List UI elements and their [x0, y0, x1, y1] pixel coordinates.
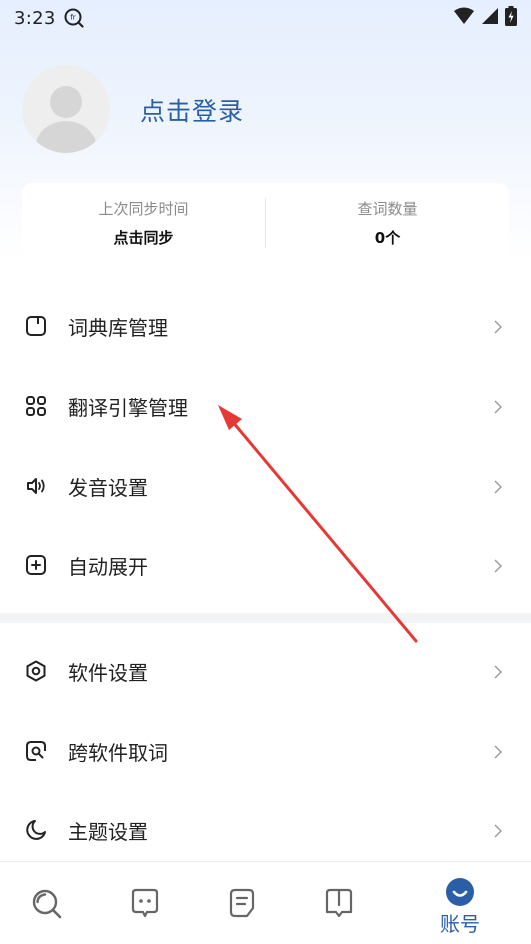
signal-icon: [481, 7, 499, 29]
lookup-count-stat: 查词数量 0个: [266, 198, 509, 248]
status-time: 3:23: [14, 7, 56, 29]
menu-label-pronunciation: 发音设置: [68, 475, 148, 500]
account-icon: [445, 877, 475, 911]
avatar[interactable]: [22, 65, 110, 153]
chevron-right-icon: [493, 399, 503, 414]
status-bar: 3:23 fr: [0, 0, 531, 36]
nav-tab-account[interactable]: 账号: [430, 862, 490, 944]
nav-tab-wordbook[interactable]: [309, 862, 369, 944]
translate-icon: [129, 887, 161, 923]
lookup-count-value: 0个: [374, 229, 401, 247]
menu-item-software-settings[interactable]: 软件设置: [0, 641, 531, 701]
default-avatar-icon: [34, 86, 98, 153]
menu-label-dictionary: 词典库管理: [68, 315, 168, 340]
search-icon: [31, 888, 63, 924]
grid-apps-icon: [25, 395, 47, 417]
section-divider: [0, 613, 531, 623]
menu-item-dictionary[interactable]: 词典库管理: [0, 296, 531, 356]
sync-stat-value[interactable]: 点击同步: [22, 227, 265, 248]
chevron-right-icon: [493, 664, 503, 679]
svg-text:fr: fr: [70, 14, 75, 22]
menu-item-auto-expand[interactable]: 自动展开: [0, 535, 531, 595]
nav-tab-search[interactable]: [17, 862, 77, 944]
book-icon: [323, 887, 355, 923]
notes-icon: [226, 887, 258, 923]
menu-item-cross-app-lookup[interactable]: 跨软件取词: [0, 721, 531, 781]
menu-item-theme[interactable]: 主题设置: [0, 800, 531, 860]
nav-tab-notes[interactable]: [212, 862, 272, 944]
lookup-count-label: 查词数量: [357, 200, 418, 218]
wifi-icon: [453, 7, 475, 29]
ocr-scan-icon: fr: [64, 8, 84, 28]
search-square-icon: [25, 740, 47, 762]
menu-label-cross-app-lookup: 跨软件取词: [68, 740, 168, 765]
menu-item-translation-engine[interactable]: 翻译引擎管理: [0, 376, 531, 436]
menu-item-pronunciation[interactable]: 发音设置: [0, 456, 531, 516]
menu-label-theme: 主题设置: [68, 819, 148, 844]
chevron-right-icon: [493, 479, 503, 494]
dictionary-icon: [25, 315, 47, 337]
menu-label-translation-engine: 翻译引擎管理: [68, 395, 188, 420]
menu-label-software-settings: 软件设置: [68, 660, 148, 685]
bottom-navigation: 账号: [0, 861, 531, 944]
speaker-icon: [25, 475, 47, 497]
sync-stat-label: 上次同步时间: [98, 200, 189, 218]
login-button[interactable]: 点击登录: [140, 92, 244, 128]
battery-icon: [505, 6, 517, 30]
chevron-right-icon: [493, 558, 503, 573]
chevron-right-icon: [493, 823, 503, 838]
sync-stat[interactable]: 上次同步时间 点击同步: [22, 198, 265, 248]
nav-label-account: 账号: [440, 912, 480, 936]
plus-square-icon: [25, 554, 47, 576]
chevron-right-icon: [493, 319, 503, 334]
settings-hexagon-icon: [25, 660, 47, 682]
stats-card: 上次同步时间 点击同步 查词数量 0个: [22, 183, 509, 263]
nav-tab-translate[interactable]: [114, 862, 174, 944]
chevron-right-icon: [493, 744, 503, 759]
menu-label-auto-expand: 自动展开: [68, 554, 148, 579]
moon-icon: [25, 819, 47, 841]
